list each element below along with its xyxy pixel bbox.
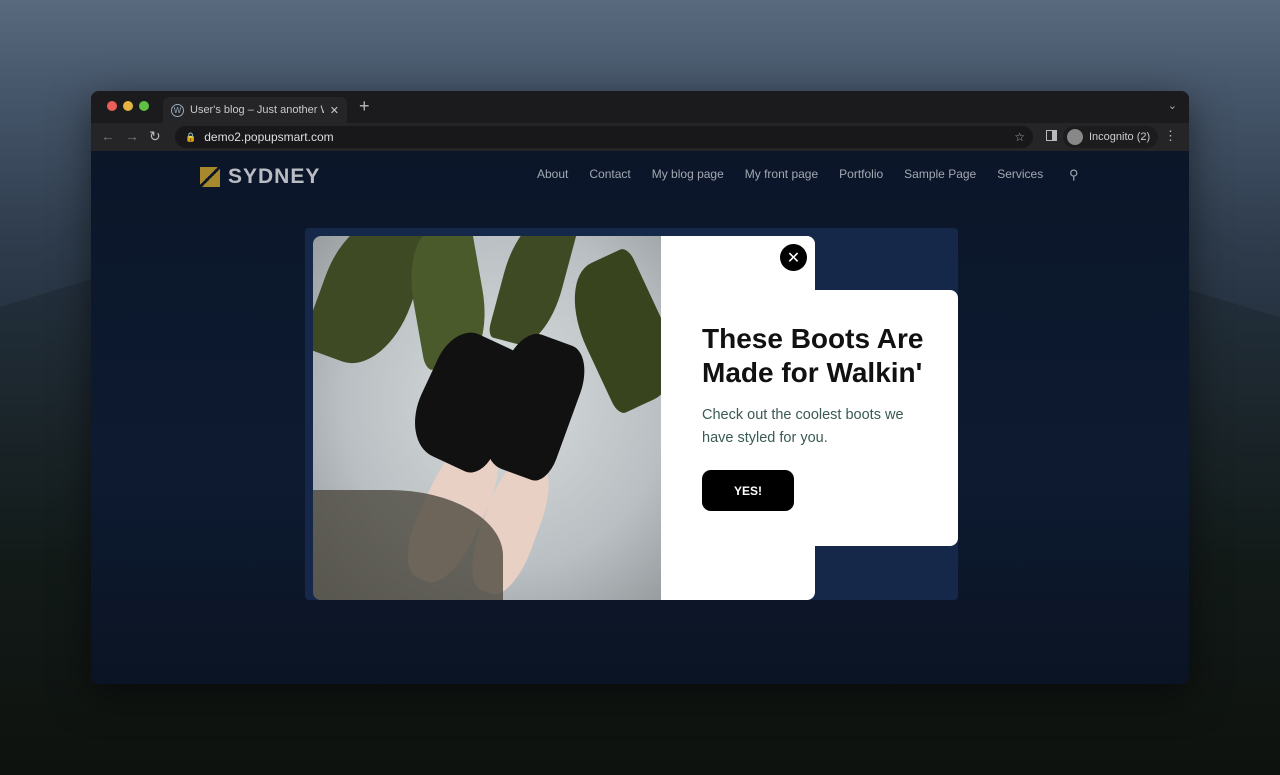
close-popup-button[interactable]: ✕ [780,244,807,271]
maximize-window-button[interactable] [139,101,149,111]
browser-tab[interactable]: W User's blog – Just another Wor ✕ [163,97,347,123]
minimize-window-button[interactable] [123,101,133,111]
lock-icon: 🔒 [185,131,197,142]
tab-title: User's blog – Just another Wor [190,104,324,116]
forward-button[interactable]: → [125,128,139,144]
wordpress-icon: W [171,103,184,117]
tab-search-chevron-icon[interactable]: ⌄ [1168,99,1177,112]
back-button[interactable]: ← [101,128,115,144]
bookmark-star-icon[interactable]: ☆ [1014,130,1025,144]
address-bar[interactable]: 🔒 demo2.popupsmart.com ☆ [175,126,1033,148]
browser-toolbar: ← → ↻ 🔒 demo2.popupsmart.com ☆ Incognito… [91,123,1189,151]
incognito-profile-button[interactable]: Incognito (2) [1063,126,1159,148]
popup-image-boots [313,236,661,600]
reload-button[interactable]: ↻ [149,128,161,145]
url-text: demo2.popupsmart.com [204,130,334,144]
close-tab-icon[interactable]: ✕ [330,104,339,117]
incognito-icon [1067,129,1083,145]
new-tab-button[interactable]: + [359,96,370,117]
side-panel-icon[interactable] [1046,130,1057,141]
yes-button[interactable]: YES! [702,470,794,511]
popup-body-text: Check out the coolest boots we have styl… [702,407,904,446]
tab-bar: W User's blog – Just another Wor ✕ + ⌄ [91,91,1189,123]
popup-title: These Boots Are Made for Walkin' [702,323,924,388]
browser-menu-icon[interactable]: ⋮ [1164,128,1177,144]
close-window-button[interactable] [107,101,117,111]
profile-label: Incognito (2) [1089,131,1151,143]
